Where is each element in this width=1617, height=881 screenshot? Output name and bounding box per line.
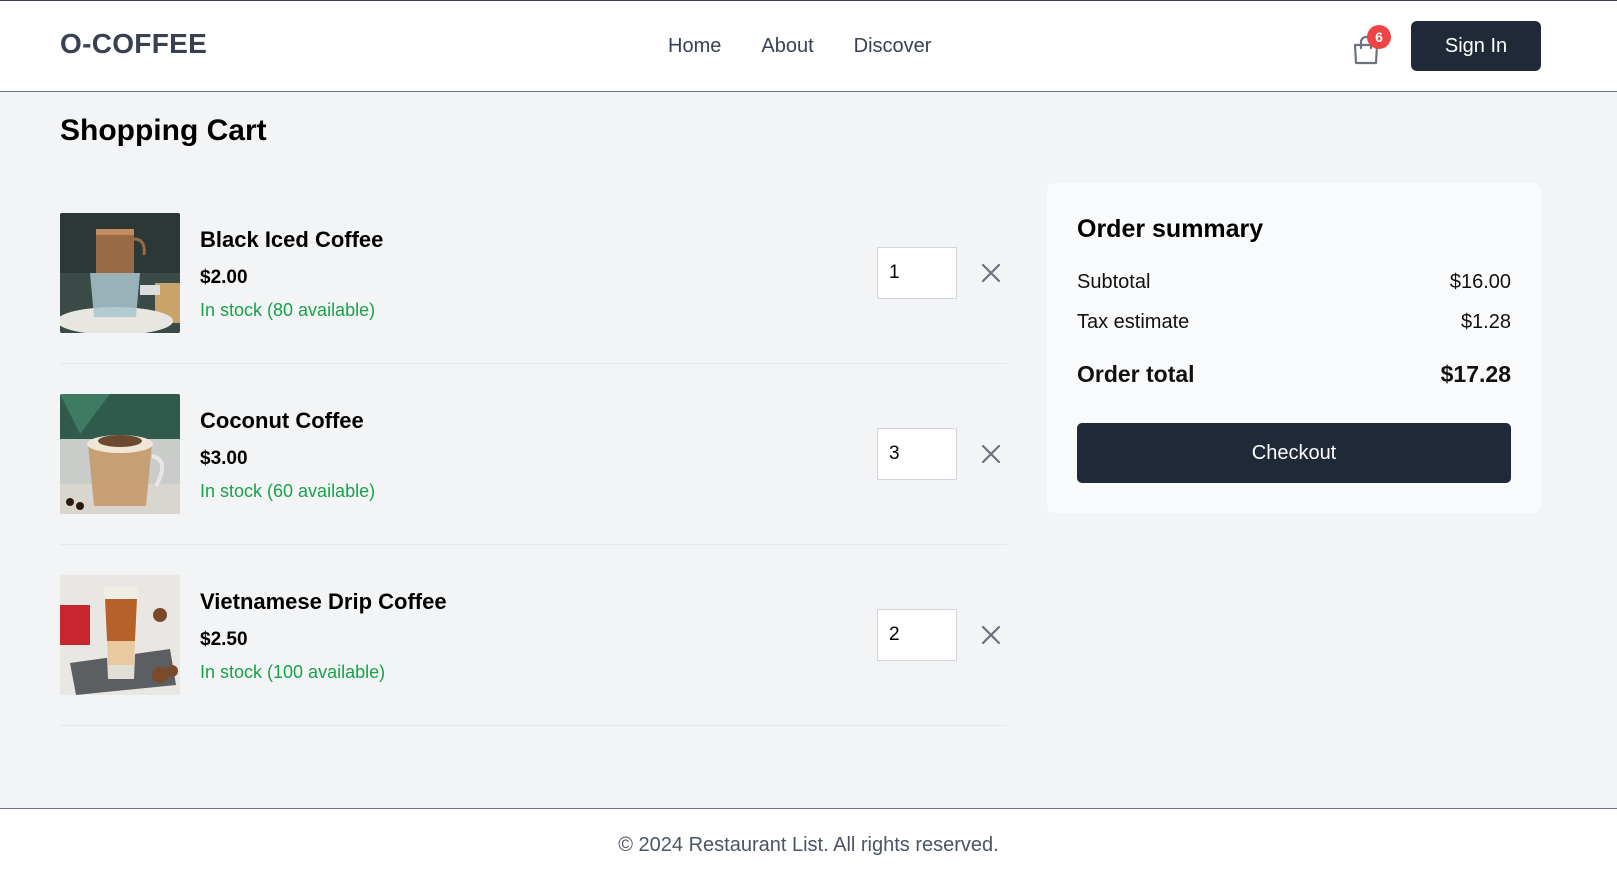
order-total-value: $17.28 xyxy=(1440,361,1511,387)
cart-item: Black Iced Coffee $2.00 In stock (80 ava… xyxy=(60,183,1007,364)
close-icon[interactable] xyxy=(979,261,1003,285)
page-title: Shopping Cart xyxy=(60,114,267,147)
cart-count-badge: 6 xyxy=(1367,25,1391,49)
cart-button[interactable]: 6 xyxy=(1348,25,1391,69)
cart-item: Coconut Coffee $3.00 In stock (60 availa… xyxy=(60,364,1007,545)
item-price: $2.00 xyxy=(200,267,248,288)
tax-value: $1.28 xyxy=(1460,311,1511,333)
nav-about-link[interactable]: About xyxy=(761,35,813,58)
stock-status: In stock (100 available) xyxy=(200,662,386,682)
nav-home-link[interactable]: Home xyxy=(668,35,721,58)
item-price: $2.50 xyxy=(200,629,248,650)
tax-row: Tax estimate $1.28 xyxy=(1077,311,1511,334)
close-icon[interactable] xyxy=(979,442,1003,466)
subtotal-row: Subtotal $16.00 xyxy=(1077,271,1511,294)
order-summary-title: Order summary xyxy=(1077,215,1264,243)
item-price: $3.00 xyxy=(200,448,248,469)
quantity-input[interactable] xyxy=(877,428,957,480)
sign-in-button[interactable]: Sign In xyxy=(1411,21,1541,71)
stock-status: In stock (80 available) xyxy=(200,300,376,320)
order-total-label: Order total xyxy=(1077,361,1195,387)
site-footer: © 2024 Restaurant List. All rights reser… xyxy=(0,808,1617,881)
copyright-text: © 2024 Restaurant List. All rights reser… xyxy=(618,834,999,856)
quantity-input[interactable] xyxy=(877,609,957,661)
black-iced-coffee-photo[interactable] xyxy=(60,213,180,333)
nav-discover-link[interactable]: Discover xyxy=(854,35,932,58)
item-name[interactable]: Coconut Coffee xyxy=(200,408,364,434)
cart-item: Vietnamese Drip Coffee $2.50 In stock (1… xyxy=(60,545,1007,726)
subtotal-value: $16.00 xyxy=(1449,271,1511,293)
site-header: O-COFFEE Home About Discover 6 Sign In xyxy=(0,1,1617,92)
vietnamese-drip-coffee-photo[interactable] xyxy=(60,575,180,695)
cart-item-list: Black Iced Coffee $2.00 In stock (80 ava… xyxy=(60,183,1007,726)
subtotal-label: Subtotal xyxy=(1077,271,1151,293)
coconut-coffee-photo[interactable] xyxy=(60,394,180,514)
quantity-input[interactable] xyxy=(877,247,957,299)
order-summary-panel: Order summary Subtotal $16.00 Tax estima… xyxy=(1047,183,1541,513)
stock-status: In stock (60 available) xyxy=(200,481,376,501)
main-nav: Home About Discover xyxy=(668,35,931,58)
close-icon[interactable] xyxy=(979,623,1003,647)
checkout-button[interactable]: Checkout xyxy=(1077,423,1511,483)
tax-label: Tax estimate xyxy=(1077,311,1190,333)
order-total-row: Order total $17.28 xyxy=(1077,361,1511,388)
item-name[interactable]: Black Iced Coffee xyxy=(200,227,383,253)
item-name[interactable]: Vietnamese Drip Coffee xyxy=(200,589,447,615)
site-logo[interactable]: O-COFFEE xyxy=(60,28,207,60)
